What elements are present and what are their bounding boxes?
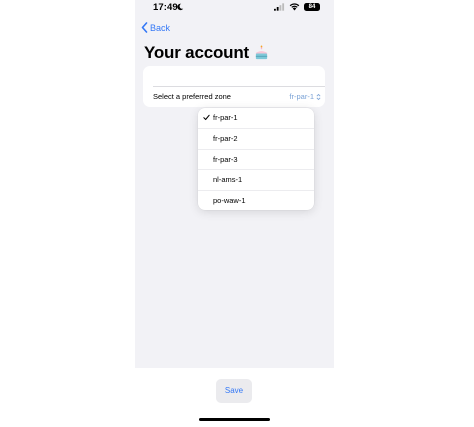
dropdown-item-label: fr-par-2	[213, 134, 238, 144]
battery-icon: 84	[304, 3, 320, 11]
dropdown-item-fr-par-3[interactable]: fr-par-3	[198, 148, 314, 169]
save-button[interactable]: Save	[216, 379, 252, 403]
zone-picker[interactable]: Select a preferred zone fr-par-1	[143, 87, 325, 107]
status-icons: 84	[274, 3, 320, 11]
checkmark-icon	[203, 114, 210, 121]
back-chevron-icon	[141, 22, 148, 33]
chevron-up-down-icon	[316, 93, 321, 101]
page-title-text: Your account	[144, 43, 249, 62]
home-indicator	[199, 418, 270, 421]
status-time: 17:49	[153, 2, 178, 13]
dropdown-item-label: fr-par-3	[213, 154, 238, 164]
back-label: Back	[150, 22, 171, 33]
dropdown-item-label: po-waw-1	[213, 195, 246, 205]
moon-icon	[177, 3, 184, 11]
signal-icon	[274, 3, 285, 11]
dropdown-item-nl-ams-1[interactable]: nl-ams-1	[198, 169, 314, 189]
cake-icon	[255, 45, 268, 60]
status-bar: 17:49 84	[135, 0, 334, 16]
zone-dropdown-menu: fr-par-1 fr-par-2 fr-par-3 nl-ams-1 po-w…	[198, 108, 314, 210]
dropdown-item-fr-par-2[interactable]: fr-par-2	[198, 128, 314, 148]
wifi-icon	[289, 3, 300, 11]
page-title: Your account	[144, 43, 269, 63]
phone-screen: 17:49 84 Back Your account Select a pref…	[135, 0, 334, 368]
dropdown-item-label: fr-par-1	[213, 113, 238, 122]
dropdown-item-label: nl-ams-1	[213, 175, 243, 185]
dropdown-item-fr-par-1[interactable]: fr-par-1	[198, 108, 314, 128]
zone-label: Select a preferred zone	[153, 92, 231, 101]
zone-selected-value: fr-par-1	[289, 92, 314, 101]
back-button[interactable]: Back	[141, 22, 170, 33]
dropdown-item-po-waw-1[interactable]: po-waw-1	[198, 189, 314, 210]
zone-card: Select a preferred zone fr-par-1	[143, 66, 325, 107]
